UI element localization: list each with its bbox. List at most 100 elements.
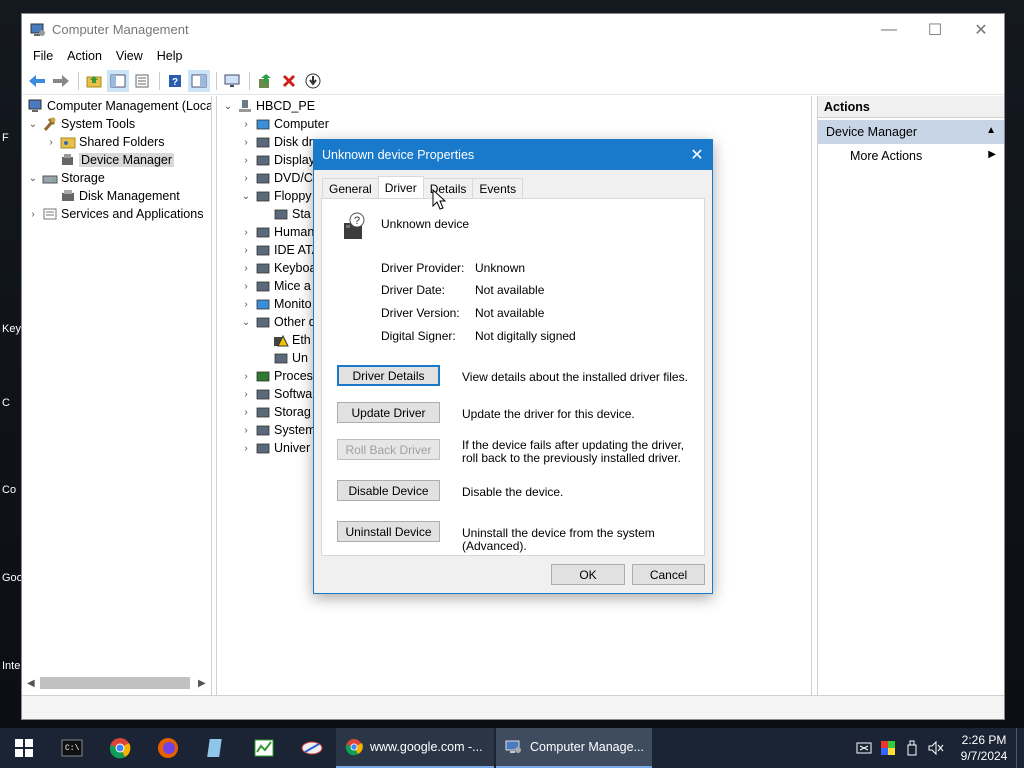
show-hide-tree-icon[interactable] bbox=[107, 69, 129, 92]
chevron-down-icon[interactable]: ⌄ bbox=[239, 317, 253, 328]
chevron-right-icon[interactable]: › bbox=[239, 425, 253, 436]
scroll-left-icon[interactable]: ◀ bbox=[27, 678, 35, 689]
chevron-down-icon[interactable]: ⌄ bbox=[26, 119, 40, 130]
keyboard-layout-icon[interactable] bbox=[852, 728, 876, 768]
task-computer-management-window[interactable]: Computer Manage... bbox=[496, 728, 652, 768]
uninstall-icon[interactable] bbox=[278, 70, 300, 92]
device-category-item[interactable]: › IDE ATA bbox=[239, 241, 320, 259]
tree-item-services[interactable]: › Services and Applications bbox=[26, 205, 203, 223]
show-desktop-button[interactable] bbox=[1016, 728, 1024, 768]
driver-details-button[interactable]: Driver Details bbox=[337, 365, 440, 386]
menu-action[interactable]: Action bbox=[60, 49, 109, 63]
ok-button[interactable]: OK bbox=[551, 564, 625, 585]
device-category-item[interactable]: Eth bbox=[257, 331, 311, 349]
chevron-right-icon[interactable]: › bbox=[239, 227, 253, 238]
forward-icon[interactable] bbox=[50, 70, 72, 92]
cancel-button[interactable]: Cancel bbox=[632, 564, 705, 585]
title-bar[interactable]: Computer Management — ☐ ✕ bbox=[22, 14, 1004, 45]
update-driver-icon[interactable] bbox=[254, 70, 276, 92]
roll-back-driver-button[interactable]: Roll Back Driver bbox=[337, 439, 440, 460]
tree-item-storage[interactable]: ⌄ Storage bbox=[26, 169, 105, 187]
scan-hardware-icon[interactable] bbox=[302, 70, 324, 92]
terminal-icon[interactable]: C:\ bbox=[48, 728, 96, 768]
device-category-item[interactable]: › Keyboa bbox=[239, 259, 316, 277]
chevron-right-icon[interactable]: › bbox=[239, 299, 253, 310]
update-driver-button[interactable]: Update Driver bbox=[337, 402, 440, 423]
horizontal-scrollbar[interactable]: ◀ ▶ bbox=[24, 675, 210, 691]
menu-view[interactable]: View bbox=[109, 49, 150, 63]
device-category-item[interactable]: › Computer bbox=[239, 115, 329, 133]
usb-drive-icon[interactable] bbox=[900, 728, 924, 768]
chevron-down-icon[interactable]: ⌄ bbox=[239, 191, 253, 202]
minimize-button[interactable]: — bbox=[866, 14, 912, 45]
close-button[interactable]: ✕ bbox=[958, 14, 1004, 45]
tree-item-system-tools[interactable]: ⌄ System Tools bbox=[26, 115, 135, 133]
chevron-right-icon[interactable]: › bbox=[44, 137, 58, 148]
dialog-title-bar[interactable]: Unknown device Properties ✕ bbox=[314, 140, 712, 170]
color-display-icon[interactable] bbox=[876, 728, 900, 768]
dialog-close-button[interactable]: ✕ bbox=[682, 140, 712, 170]
network-tool-icon[interactable] bbox=[288, 728, 336, 768]
tree-item-shared-folders[interactable]: › Shared Folders bbox=[44, 133, 164, 151]
chevron-right-icon[interactable]: › bbox=[239, 263, 253, 274]
chevron-right-icon[interactable]: › bbox=[239, 443, 253, 454]
tab-general[interactable]: General bbox=[322, 178, 379, 198]
chevron-right-icon[interactable]: › bbox=[239, 173, 253, 184]
menu-file[interactable]: File bbox=[26, 49, 60, 63]
device-category-item[interactable]: › Monito bbox=[239, 295, 311, 313]
chevron-down-icon[interactable]: ⌄ bbox=[221, 101, 235, 112]
monitor-icon[interactable] bbox=[221, 70, 243, 92]
device-category-item[interactable]: › Human bbox=[239, 223, 314, 241]
device-category-item[interactable]: ⌄ Other d bbox=[239, 313, 316, 331]
device-category-item[interactable]: › Proces bbox=[239, 367, 313, 385]
properties-icon[interactable] bbox=[131, 70, 153, 92]
device-category-item[interactable]: › Storag bbox=[239, 403, 311, 421]
device-category-item[interactable]: › System bbox=[239, 421, 315, 439]
uninstall-device-button[interactable]: Uninstall Device bbox=[337, 521, 440, 542]
file-manager-icon[interactable] bbox=[192, 728, 240, 768]
chevron-right-icon[interactable]: › bbox=[239, 245, 253, 256]
help-icon[interactable]: ? bbox=[164, 70, 186, 92]
tree-item-disk-management[interactable]: Disk Management bbox=[44, 187, 180, 205]
chevron-right-icon[interactable]: › bbox=[239, 119, 253, 130]
up-folder-icon[interactable] bbox=[83, 70, 105, 92]
clock[interactable]: 2:26 PM 9/7/2024 bbox=[952, 732, 1016, 764]
maximize-button[interactable]: ☐ bbox=[912, 14, 958, 45]
actions-section-device-manager[interactable]: Device Manager ▲ bbox=[818, 120, 1004, 144]
scrollbar-thumb[interactable] bbox=[40, 677, 190, 689]
task-manager-icon[interactable] bbox=[240, 728, 288, 768]
tree-item-device-manager[interactable]: Device Manager bbox=[44, 151, 175, 169]
disable-device-button[interactable]: Disable Device bbox=[337, 480, 440, 501]
device-category-item[interactable]: Un bbox=[257, 349, 308, 367]
chevron-right-icon[interactable]: › bbox=[239, 371, 253, 382]
chevron-right-icon[interactable]: › bbox=[239, 389, 253, 400]
start-button[interactable] bbox=[0, 728, 48, 768]
task-chrome-window[interactable]: www.google.com -... bbox=[336, 728, 494, 768]
device-category-item[interactable]: › Disk dr bbox=[239, 133, 313, 151]
scroll-right-icon[interactable]: ▶ bbox=[198, 678, 206, 689]
device-category-item[interactable]: › Mice a bbox=[239, 277, 311, 295]
chevron-right-icon[interactable]: › bbox=[26, 209, 40, 220]
chevron-right-icon[interactable]: › bbox=[239, 137, 253, 148]
menu-help[interactable]: Help bbox=[150, 49, 190, 63]
tab-events[interactable]: Events bbox=[472, 178, 524, 198]
back-icon[interactable] bbox=[26, 70, 48, 92]
volume-muted-icon[interactable] bbox=[924, 728, 948, 768]
tree-item-root[interactable]: Computer Management (Local bbox=[26, 97, 211, 115]
device-category-item[interactable]: › Softwa bbox=[239, 385, 312, 403]
chrome-icon[interactable] bbox=[96, 728, 144, 768]
device-category-item[interactable]: › Display bbox=[239, 151, 315, 169]
chevron-right-icon[interactable]: › bbox=[239, 407, 253, 418]
more-actions-item[interactable]: More Actions ▶ bbox=[818, 144, 1004, 166]
firefox-icon[interactable] bbox=[144, 728, 192, 768]
chevron-right-icon[interactable]: › bbox=[239, 155, 253, 166]
chevron-down-icon[interactable]: ⌄ bbox=[26, 173, 40, 184]
device-category-item[interactable]: › Univer bbox=[239, 439, 310, 457]
device-category-item[interactable]: Sta bbox=[257, 205, 311, 223]
collapse-up-icon[interactable]: ▲ bbox=[986, 125, 996, 136]
tab-details[interactable]: Details bbox=[422, 178, 474, 198]
device-tree-root[interactable]: ⌄ HBCD_PE bbox=[221, 97, 315, 115]
device-category-item[interactable]: ⌄ Floppy bbox=[239, 187, 312, 205]
tab-driver[interactable]: Driver bbox=[377, 176, 424, 198]
chevron-right-icon[interactable]: › bbox=[239, 281, 253, 292]
